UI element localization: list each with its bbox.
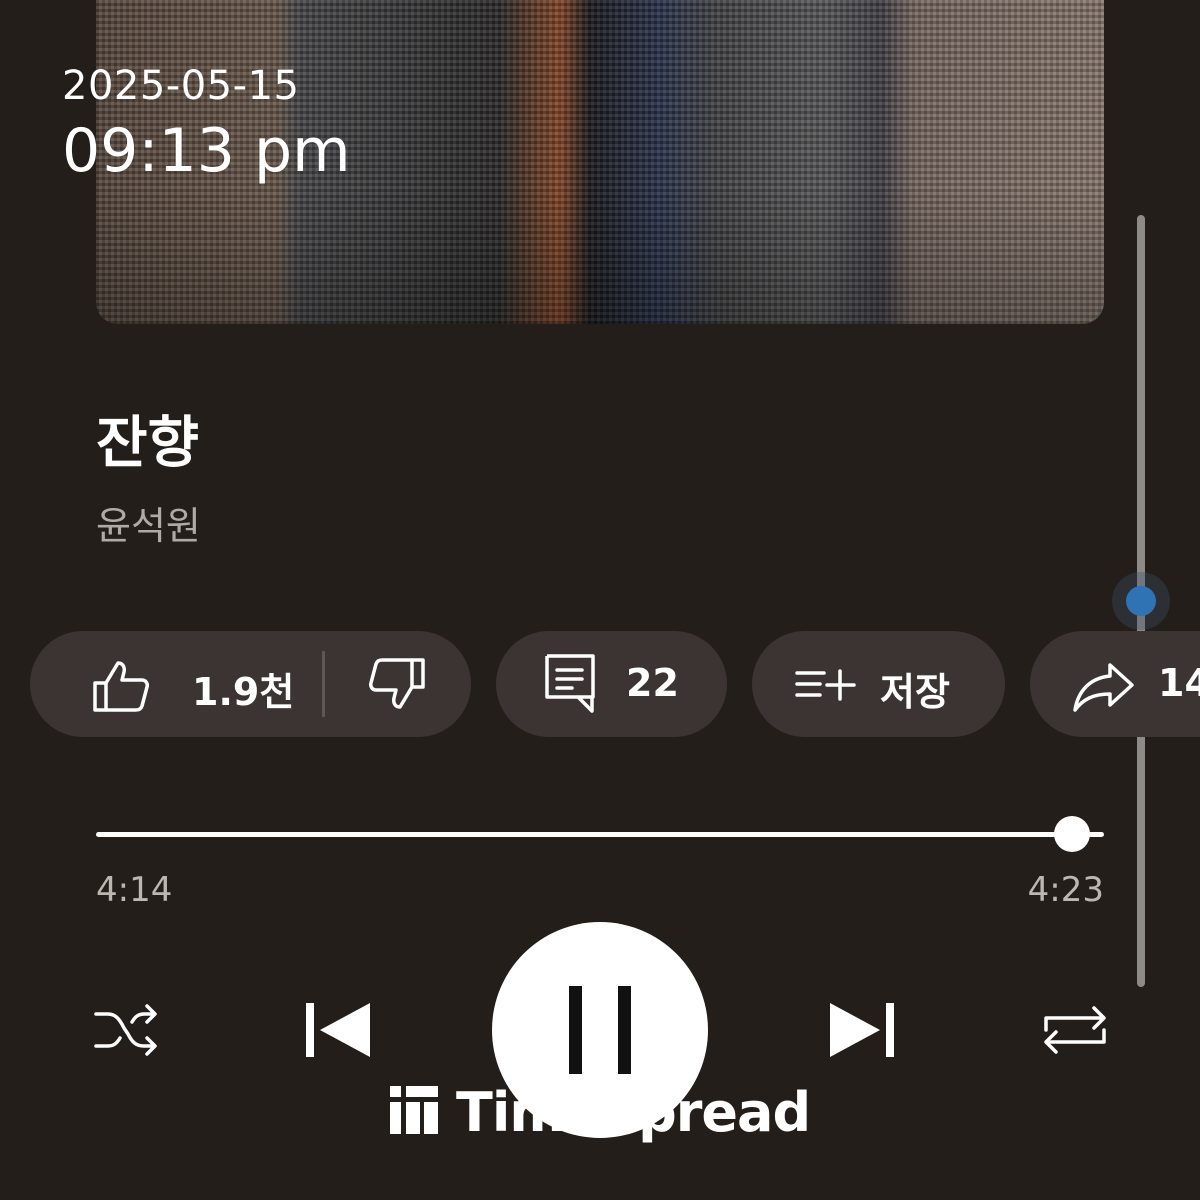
watermark-text: TimeSpread — [456, 1080, 811, 1144]
timestamp-overlay: 2025-05-15 09:13 pm — [62, 60, 351, 186]
track-title: 잔향 — [96, 411, 200, 476]
comment-count: 22 — [626, 661, 679, 705]
like-divider — [322, 651, 325, 717]
time-label: 09:13 pm — [62, 116, 351, 186]
next-icon[interactable] — [828, 1001, 896, 1063]
thumbs-down-icon[interactable] — [368, 657, 426, 711]
thumbs-up-icon[interactable] — [92, 659, 150, 713]
comments-button[interactable]: 22 — [496, 631, 727, 737]
repeat-icon[interactable] — [1042, 1000, 1108, 1064]
save-button[interactable]: 저장 — [752, 631, 1005, 737]
shuffle-icon[interactable] — [94, 1000, 158, 1064]
share-button[interactable]: 14 — [1030, 631, 1200, 737]
share-icon — [1072, 661, 1136, 713]
total-time: 4:23 — [1027, 870, 1104, 910]
like-count[interactable]: 1.9천 — [192, 661, 294, 716]
date-label: 2025-05-15 — [62, 63, 300, 109]
like-dislike-group: 1.9천 — [30, 631, 471, 737]
track-artist[interactable]: 윤석원 — [96, 495, 201, 550]
previous-icon[interactable] — [304, 1001, 372, 1063]
seek-thumb[interactable] — [1053, 816, 1090, 852]
share-count: 14 — [1158, 661, 1200, 705]
save-label: 저장 — [880, 670, 950, 714]
timespread-logo-icon — [390, 1086, 438, 1138]
watermark: TimeSpread — [390, 1080, 811, 1144]
seek-bar[interactable] — [96, 832, 1104, 837]
save-to-playlist-icon — [794, 667, 858, 703]
scrollbar-thumb[interactable] — [1112, 572, 1170, 630]
comment-icon — [544, 653, 596, 715]
current-time: 4:14 — [96, 870, 173, 910]
